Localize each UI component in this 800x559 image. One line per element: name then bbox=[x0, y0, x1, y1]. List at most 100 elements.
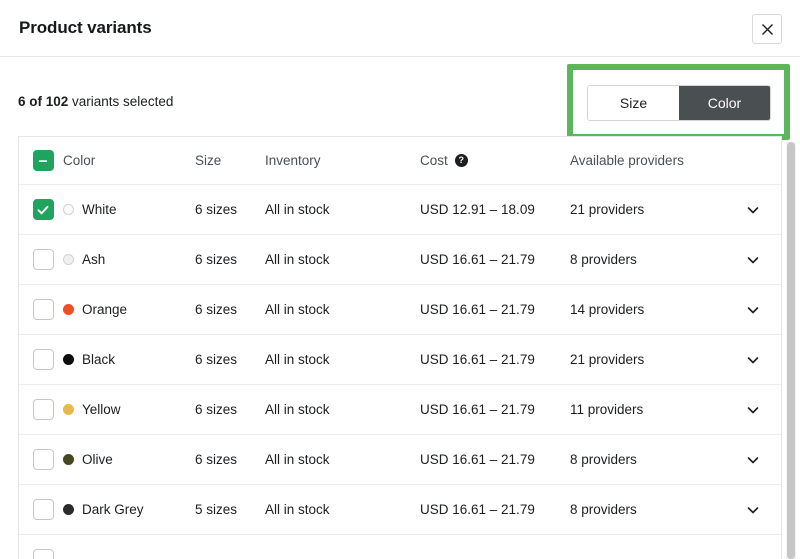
row-color-name: Dark Grey bbox=[82, 502, 144, 517]
toggle-option-size[interactable]: Size bbox=[588, 86, 679, 120]
row-checkbox[interactable] bbox=[32, 249, 54, 270]
row-color-name: Orange bbox=[82, 302, 128, 317]
row-cost: USD 16.61 – 21.79 bbox=[420, 502, 535, 517]
row-cost: USD 16.61 – 21.79 bbox=[420, 302, 535, 317]
row-checkbox[interactable] bbox=[32, 399, 54, 420]
row-providers: 21 providers bbox=[570, 352, 645, 367]
row-providers: 11 providers bbox=[570, 402, 644, 417]
table-body: White 6 sizes All in stock USD 12.91 – 18.0… bbox=[19, 185, 781, 559]
row-expand-button[interactable] bbox=[730, 353, 781, 367]
product-variants-modal: Product variants 6 of 102 variants selec… bbox=[0, 0, 800, 559]
column-header-cost-group: Cost ? bbox=[420, 153, 570, 168]
row-checkbox[interactable] bbox=[32, 499, 54, 520]
row-expand-button[interactable] bbox=[730, 203, 781, 217]
selection-count-number: 6 of 102 bbox=[18, 94, 69, 109]
row-checkbox-cell bbox=[19, 499, 67, 520]
modal-header: Product variants bbox=[0, 0, 800, 57]
row-size: 6 sizes bbox=[195, 202, 238, 217]
chevron-down-icon bbox=[746, 503, 760, 517]
row-color-name: Yellow bbox=[82, 402, 121, 417]
row-size: 6 sizes bbox=[195, 252, 238, 267]
table-row[interactable] bbox=[19, 535, 781, 559]
color-swatch-icon bbox=[63, 504, 74, 515]
color-swatch-icon bbox=[63, 354, 74, 365]
chevron-down-icon bbox=[746, 303, 760, 317]
row-expand-button[interactable] bbox=[730, 453, 781, 467]
row-checkbox-cell bbox=[19, 299, 67, 320]
row-expand-button[interactable] bbox=[730, 303, 781, 317]
row-expand-button[interactable] bbox=[730, 403, 781, 417]
chevron-down-icon bbox=[746, 403, 760, 417]
table-row[interactable]: Black 6 sizes All in stock USD 16.61 – 21.7… bbox=[19, 335, 781, 385]
row-color-name: Olive bbox=[82, 452, 113, 467]
row-cost: USD 12.91 – 18.09 bbox=[420, 202, 535, 217]
selection-count-suffix: variants selected bbox=[68, 94, 174, 109]
table-row[interactable]: Yellow 6 sizes All in stock USD 16.61 – 21.… bbox=[19, 385, 781, 435]
table-row[interactable]: Dark Grey 5 sizes All in stock USD 16.61 – … bbox=[19, 485, 781, 535]
row-checkbox-cell bbox=[19, 249, 67, 270]
row-providers: 21 providers bbox=[570, 202, 645, 217]
minus-icon bbox=[39, 159, 47, 162]
column-header-providers: Available providers bbox=[570, 153, 684, 168]
table-row[interactable]: Ash 6 sizes All in stock USD 16.61 – 21.79 8… bbox=[19, 235, 781, 285]
help-icon[interactable]: ? bbox=[454, 154, 468, 167]
row-inventory: All in stock bbox=[265, 502, 330, 517]
table-row[interactable]: Olive 6 sizes All in stock USD 16.61 – 21.7… bbox=[19, 435, 781, 485]
row-expand-button[interactable] bbox=[730, 253, 781, 267]
row-cost: USD 16.61 – 21.79 bbox=[420, 352, 535, 367]
row-inventory: All in stock bbox=[265, 402, 330, 417]
row-checkbox[interactable] bbox=[32, 549, 54, 559]
row-cost: USD 16.61 – 21.79 bbox=[420, 252, 535, 267]
row-checkbox-cell bbox=[19, 199, 67, 220]
row-checkbox-cell bbox=[19, 349, 67, 370]
scrollbar-thumb[interactable] bbox=[787, 142, 795, 559]
row-checkbox-cell bbox=[19, 399, 67, 420]
row-size: 6 sizes bbox=[195, 402, 238, 417]
row-color-name: Black bbox=[82, 352, 116, 367]
row-color-name: Ash bbox=[82, 252, 106, 267]
table-row[interactable]: White 6 sizes All in stock USD 12.91 – 18.0… bbox=[19, 185, 781, 235]
color-swatch-icon bbox=[63, 204, 74, 215]
row-checkbox[interactable] bbox=[32, 199, 54, 220]
row-expand-button[interactable] bbox=[730, 503, 781, 517]
row-cost: USD 16.61 – 21.79 bbox=[420, 402, 535, 417]
chevron-down-icon bbox=[746, 203, 760, 217]
size-color-toggle[interactable]: Size Color bbox=[587, 85, 771, 121]
select-all-checkbox[interactable] bbox=[32, 150, 54, 171]
row-checkbox[interactable] bbox=[32, 349, 54, 370]
row-cost: USD 16.61 – 21.79 bbox=[420, 452, 535, 467]
row-color-cell: Orange bbox=[63, 302, 195, 317]
toggle-option-color[interactable]: Color bbox=[679, 86, 770, 120]
row-size: 5 sizes bbox=[195, 502, 238, 517]
row-color-name: White bbox=[82, 202, 117, 217]
row-checkbox[interactable] bbox=[32, 449, 54, 470]
row-inventory: All in stock bbox=[265, 252, 330, 267]
column-header-cost: Cost bbox=[420, 153, 448, 168]
row-color-cell: Ash bbox=[63, 252, 195, 267]
row-color-cell: Olive bbox=[63, 452, 195, 467]
page-title: Product variants bbox=[19, 18, 152, 37]
color-swatch-icon bbox=[63, 254, 74, 265]
row-color-cell: Dark Grey bbox=[63, 502, 195, 517]
row-checkbox-cell bbox=[19, 549, 67, 559]
select-all-cell bbox=[19, 150, 67, 171]
close-button[interactable] bbox=[752, 14, 782, 44]
row-inventory: All in stock bbox=[265, 302, 330, 317]
row-color-cell: White bbox=[63, 202, 195, 217]
row-size: 6 sizes bbox=[195, 352, 238, 367]
row-providers: 14 providers bbox=[570, 302, 645, 317]
variants-table: Color Size Inventory Cost ? Available pr… bbox=[18, 136, 782, 559]
row-size: 6 sizes bbox=[195, 302, 238, 317]
column-header-color: Color bbox=[63, 153, 96, 168]
column-header-size: Size bbox=[195, 153, 222, 168]
row-checkbox[interactable] bbox=[32, 299, 54, 320]
chevron-down-icon bbox=[746, 453, 760, 467]
row-providers: 8 providers bbox=[570, 502, 637, 517]
row-inventory: All in stock bbox=[265, 452, 330, 467]
chevron-down-icon bbox=[746, 353, 760, 367]
row-providers: 8 providers bbox=[570, 452, 637, 467]
column-header-inventory: Inventory bbox=[265, 153, 321, 168]
table-row[interactable]: Orange 6 sizes All in stock USD 16.61 – 21.… bbox=[19, 285, 781, 335]
selection-count: 6 of 102 variants selected bbox=[18, 94, 173, 109]
row-providers: 8 providers bbox=[570, 252, 637, 267]
